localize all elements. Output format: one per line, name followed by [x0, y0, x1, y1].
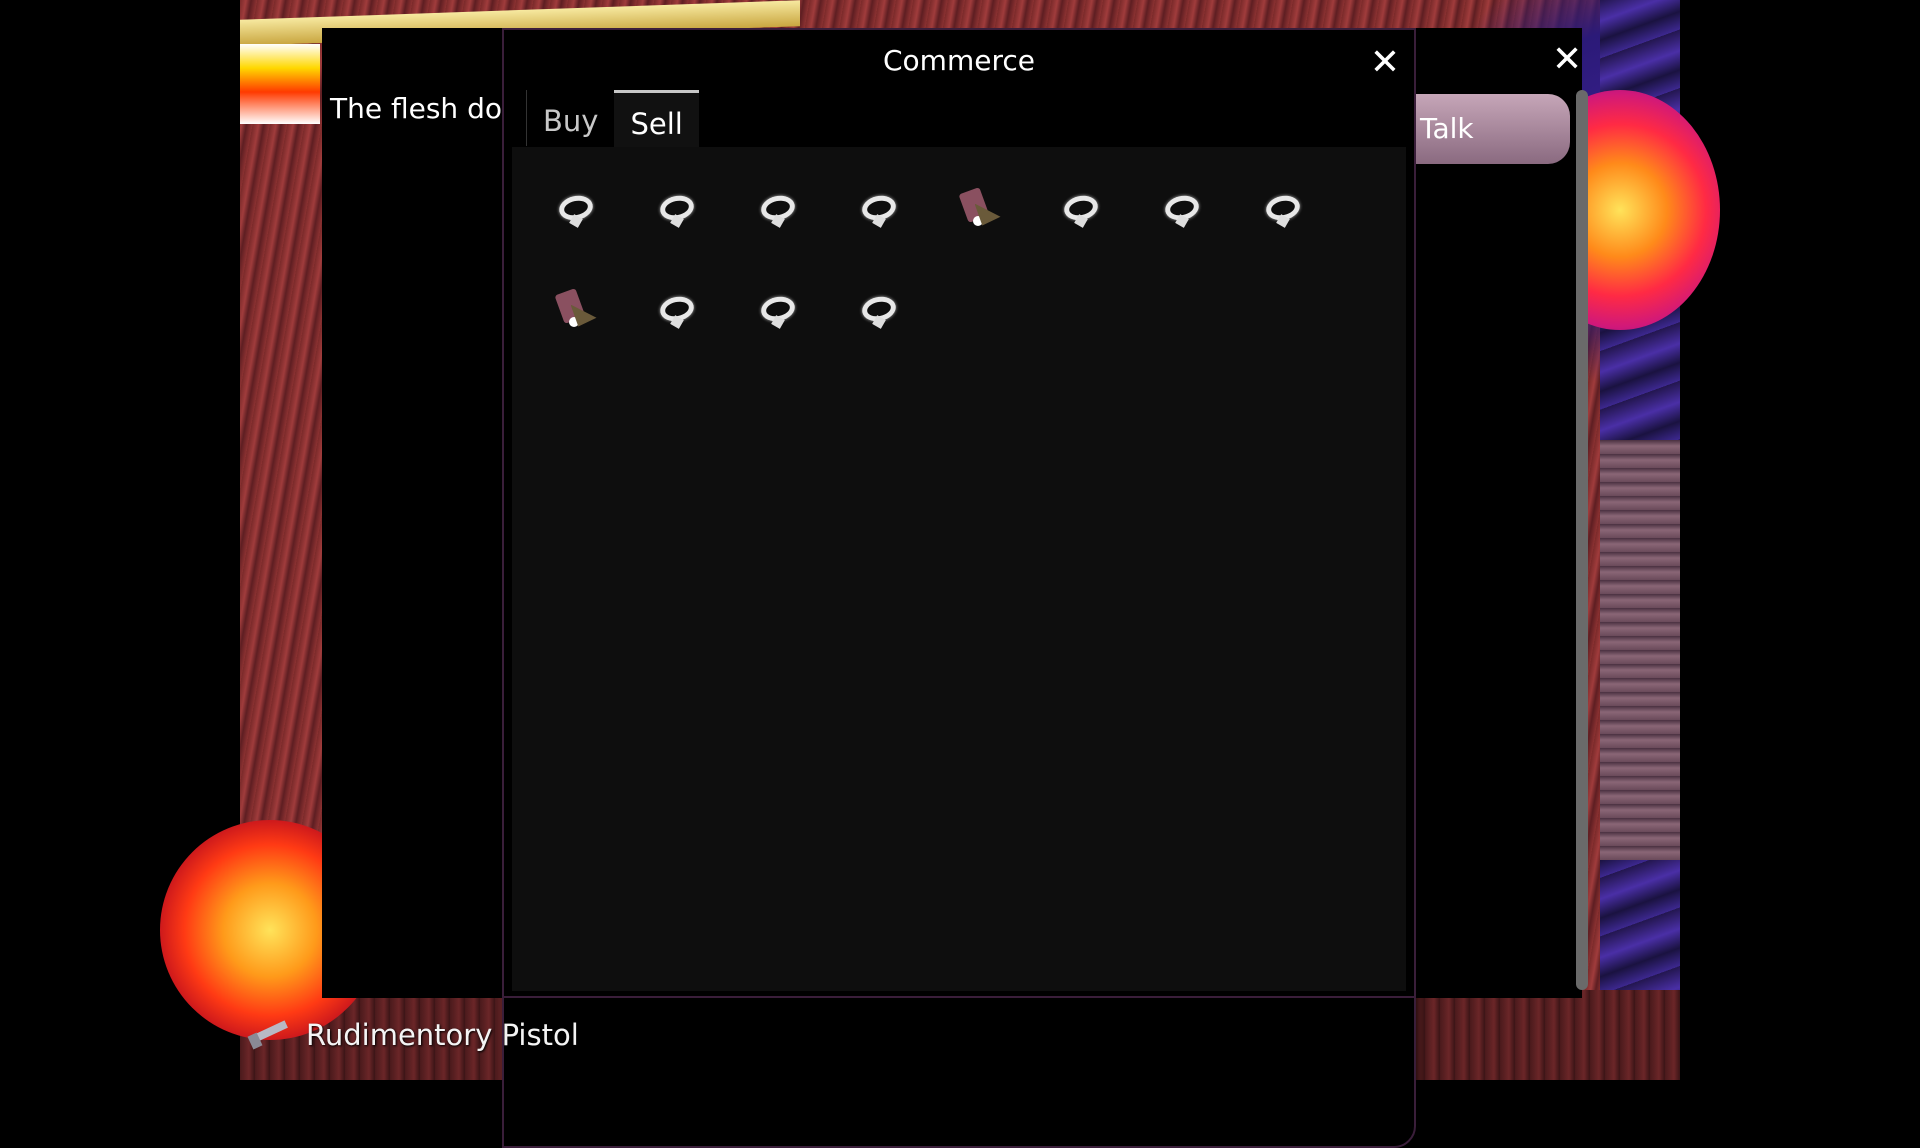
item-slot[interactable]	[629, 260, 730, 361]
dialogue-text: The flesh do	[330, 92, 502, 125]
item-slot[interactable]	[831, 260, 932, 361]
ring-icon	[658, 295, 702, 327]
item-slot[interactable]	[1235, 159, 1336, 260]
weapon-name: Rudimentory Pistol	[306, 1018, 579, 1052]
ring-icon	[759, 295, 803, 327]
hud-weapon: Rudimentory Pistol	[246, 1018, 579, 1052]
item-slot[interactable]	[730, 260, 831, 361]
ring-icon	[1163, 194, 1207, 226]
item-slot[interactable]	[629, 159, 730, 260]
gold-beam-glow	[240, 44, 320, 124]
commerce-title: Commerce	[883, 44, 1035, 77]
ring-icon	[1062, 194, 1106, 226]
item-slot[interactable]	[932, 159, 1033, 260]
item-slot[interactable]	[1134, 159, 1235, 260]
ring-icon	[759, 194, 803, 226]
item-grid	[528, 159, 1336, 361]
ring-icon	[557, 194, 601, 226]
item-slot[interactable]	[1033, 159, 1134, 260]
ring-icon	[860, 295, 904, 327]
stone-wall	[1600, 440, 1680, 860]
ring-icon	[860, 194, 904, 226]
commerce-window: Commerce ✕ Buy Sell	[502, 28, 1416, 998]
dialogue-scrollbar[interactable]	[1576, 90, 1588, 990]
pouch-icon	[555, 291, 603, 331]
tab-sell[interactable]: Sell	[614, 90, 699, 149]
commerce-close-icon[interactable]: ✕	[1368, 45, 1402, 81]
ring-icon	[1264, 194, 1308, 226]
item-slot[interactable]	[528, 159, 629, 260]
item-slot[interactable]	[730, 159, 831, 260]
item-slot[interactable]	[831, 159, 932, 260]
item-grid-area	[512, 147, 1406, 991]
tab-buy[interactable]: Buy	[526, 90, 614, 146]
dialogue-close-icon[interactable]: ✕	[1552, 42, 1582, 78]
pistol-icon	[246, 1020, 292, 1050]
commerce-tabs: Buy Sell	[526, 90, 699, 149]
ring-icon	[658, 194, 702, 226]
pouch-icon	[959, 190, 1007, 230]
item-slot[interactable]	[528, 260, 629, 361]
